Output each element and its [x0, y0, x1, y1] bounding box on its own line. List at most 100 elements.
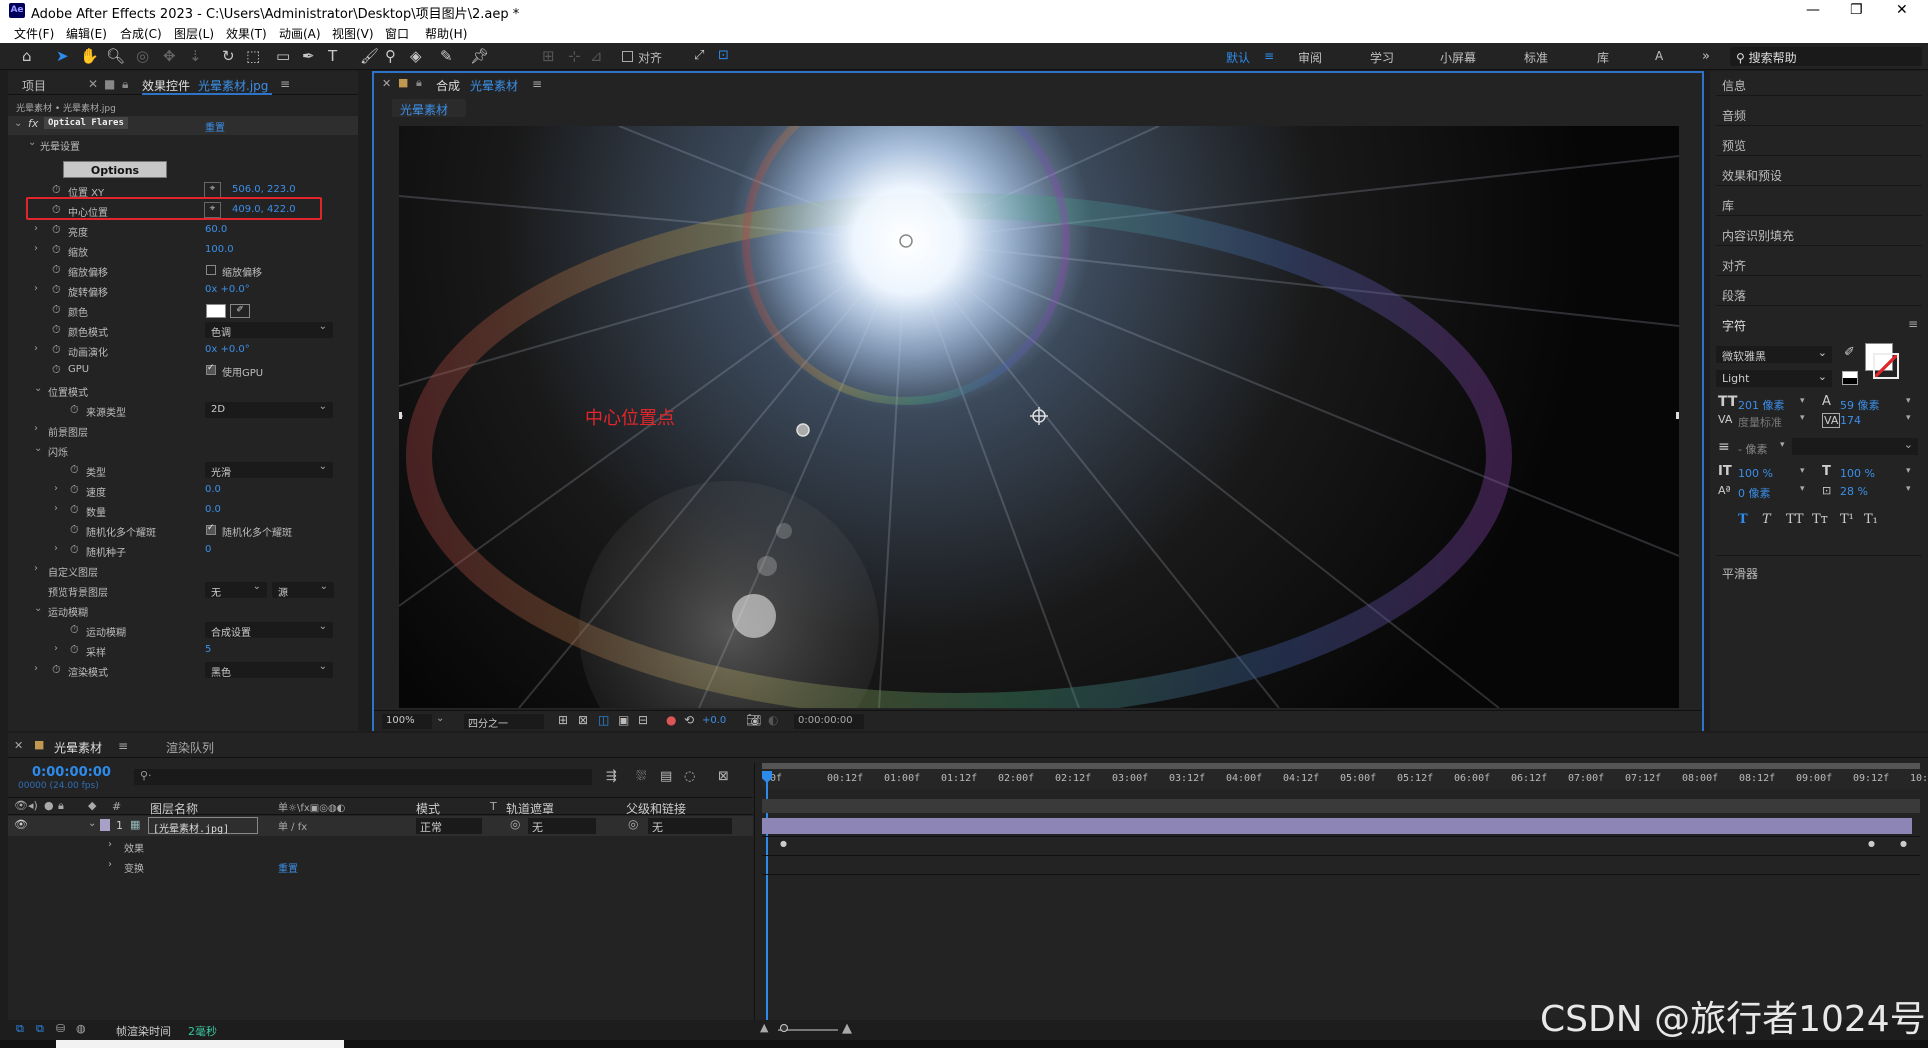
stopwatch-icon[interactable]: ⏱: [52, 183, 61, 197]
expand-arrow-icon[interactable]: ⌄: [88, 818, 96, 829]
keyframe-marker[interactable]: ●: [1900, 839, 1907, 848]
scale-offset-checkbox[interactable]: [206, 265, 216, 275]
layer-row[interactable]: 👁︎ ⌄ 1 ▦ [光晕素材.jpg] 单 ∕ fx 正常 ◎ 无 ◎ 无: [8, 816, 753, 836]
panel-effects-presets[interactable]: 效果和预设: [1722, 167, 1782, 184]
mask-visibility-icon[interactable]: ◫: [598, 713, 609, 727]
effect-name[interactable]: Optical Flares: [44, 117, 128, 129]
font-family-select[interactable]: 微软雅黑 ⌄: [1716, 346, 1832, 363]
workspace-a[interactable]: A: [1655, 49, 1663, 63]
color-swatch[interactable]: [206, 304, 226, 318]
menu-file[interactable]: 文件(F): [14, 25, 54, 42]
tab-close-icon[interactable]: ✕: [88, 77, 98, 91]
tsume-value[interactable]: 28 %: [1840, 485, 1868, 498]
chevron-down-icon[interactable]: ▾: [1800, 466, 1805, 476]
panel-lock2-icon[interactable]: 🔒︎: [122, 77, 128, 92]
source-type-select[interactable]: 2D: [205, 401, 333, 418]
tab-effect-target[interactable]: 光晕素材.jpg: [198, 77, 268, 94]
chevron-down-icon[interactable]: ▾: [1906, 466, 1911, 476]
expand-arrow-icon[interactable]: ›: [34, 223, 38, 234]
work-area-bar[interactable]: [762, 763, 1920, 769]
leading-value[interactable]: 59 像素: [1840, 397, 1880, 413]
random-seed-value[interactable]: 0: [205, 544, 211, 555]
panel-menu-icon[interactable]: ≡: [532, 77, 542, 91]
expand-arrow-icon[interactable]: ›: [54, 483, 58, 494]
workspace-default[interactable]: 默认: [1226, 49, 1250, 66]
home-icon[interactable]: ⌂: [22, 48, 32, 64]
subscript-icon[interactable]: T₁: [1864, 512, 1878, 527]
layer-subrow[interactable]: › 变换 重置: [8, 857, 753, 875]
anchor-tool-icon[interactable]: ⬚: [246, 48, 260, 64]
tracking-value[interactable]: 174: [1840, 414, 1861, 427]
tab-close-icon[interactable]: ✕: [382, 77, 391, 90]
stopwatch-icon[interactable]: ⏱: [52, 303, 61, 317]
speed-value[interactable]: 0.0: [205, 484, 221, 495]
parent-header[interactable]: 父级和链接: [626, 800, 686, 817]
stopwatch-icon[interactable]: ⏱: [52, 343, 61, 357]
font-size-value[interactable]: 201 像素: [1738, 397, 1785, 413]
tab-project[interactable]: 项目: [22, 77, 46, 94]
frame-blending-icon[interactable]: ▤: [660, 769, 672, 784]
kerning-value[interactable]: 度量标准: [1738, 414, 1782, 430]
layer-name[interactable]: [光晕素材.jpg]: [148, 817, 258, 835]
panel-paragraph[interactable]: 段落: [1722, 287, 1746, 304]
expand-arrow-icon[interactable]: ›: [108, 839, 112, 850]
zoom-out-icon[interactable]: ▲: [760, 1021, 768, 1034]
label-color-swatch[interactable]: [100, 819, 110, 831]
pen-tool-icon[interactable]: ✒: [302, 48, 315, 64]
motion-blur-icon[interactable]: ◌: [684, 769, 695, 784]
visibility-eye-icon[interactable]: 👁︎: [14, 818, 28, 831]
panel-libraries[interactable]: 库: [1722, 197, 1734, 214]
layer-name-header[interactable]: 图层名称: [150, 800, 198, 817]
puppet-pin-icon[interactable]: 📌︎: [470, 48, 489, 64]
panel-character-title[interactable]: 字符: [1722, 317, 1746, 334]
clone-stamp-icon[interactable]: ⚲: [385, 48, 396, 64]
snap-icon[interactable]: ⤢: [694, 48, 704, 64]
motion-blur-select[interactable]: 合成设置: [205, 621, 333, 639]
superscript-icon[interactable]: T¹: [1840, 512, 1854, 527]
preview-bg-select[interactable]: 无: [205, 581, 267, 599]
transfer-controls-icon[interactable]: ⛁: [56, 1022, 65, 1035]
expand-switches-icon[interactable]: ⧉: [36, 1022, 44, 1036]
render-toggle-icon[interactable]: ⧉: [16, 1022, 24, 1036]
workspace-standard[interactable]: 标准: [1524, 49, 1548, 66]
flicker-type-select[interactable]: 光滑: [205, 461, 333, 479]
randomize-checkbox[interactable]: [206, 523, 216, 535]
menu-edit[interactable]: 编辑(E): [66, 25, 107, 42]
timeline-tab[interactable]: 光晕素材: [54, 739, 102, 756]
position-xy-value[interactable]: 506.0, 223.0: [232, 184, 296, 195]
render-mode-select[interactable]: 黑色: [205, 661, 333, 679]
brush-tool-icon[interactable]: 🖌︎: [360, 48, 379, 64]
stroke-style-select[interactable]: ⌄: [1792, 438, 1918, 455]
comp-tab-prefix[interactable]: 合成: [436, 77, 460, 94]
chevron-down-icon[interactable]: ▾: [1906, 396, 1911, 406]
mode-header[interactable]: 模式: [416, 800, 440, 817]
faux-italic-icon[interactable]: T: [1762, 512, 1771, 527]
stopwatch-icon[interactable]: ⏱: [70, 623, 79, 637]
stopwatch-icon[interactable]: ⏱: [52, 283, 61, 297]
expand-arrow-icon[interactable]: ⌄: [34, 443, 42, 454]
maximize-icon[interactable]: ❐: [1850, 2, 1863, 18]
workspace-learn[interactable]: 学习: [1370, 49, 1394, 66]
keyframe-marker[interactable]: ●: [1868, 839, 1875, 848]
chevron-down-icon[interactable]: ▾: [1800, 484, 1805, 494]
expand-arrow-icon[interactable]: ›: [34, 423, 38, 434]
horizontal-scale-value[interactable]: 100 %: [1840, 467, 1875, 480]
panel-info[interactable]: 信息: [1722, 77, 1746, 94]
animation-evolution-value[interactable]: 0x +0.0°: [205, 344, 250, 355]
lock-icon[interactable]: 🔒︎: [58, 799, 64, 813]
pan-camera-icon[interactable]: ✥: [163, 48, 176, 64]
panel-menu-icon[interactable]: ≡: [1908, 317, 1918, 331]
menu-view[interactable]: 视图(V): [332, 25, 374, 42]
collapse-arrow-icon[interactable]: ⌄: [14, 118, 22, 129]
menu-help[interactable]: 帮助(H): [425, 25, 467, 42]
stopwatch-icon[interactable]: ⏱: [52, 223, 61, 237]
zoom-slider-thumb[interactable]: [780, 1024, 788, 1032]
axis-local-icon[interactable]: ⊞: [542, 48, 555, 64]
stroke-width-value[interactable]: - 像素: [1738, 441, 1767, 457]
eyedropper-icon[interactable]: ✐: [230, 304, 250, 318]
stopwatch-icon[interactable]: ⏱: [70, 463, 79, 477]
render-queue-tab[interactable]: 渲染队列: [166, 739, 214, 756]
snap-options-icon[interactable]: ⊡: [718, 48, 729, 64]
matte-pickwhip-icon[interactable]: ◎: [510, 817, 520, 831]
expand-arrow-icon[interactable]: ›: [34, 283, 38, 294]
